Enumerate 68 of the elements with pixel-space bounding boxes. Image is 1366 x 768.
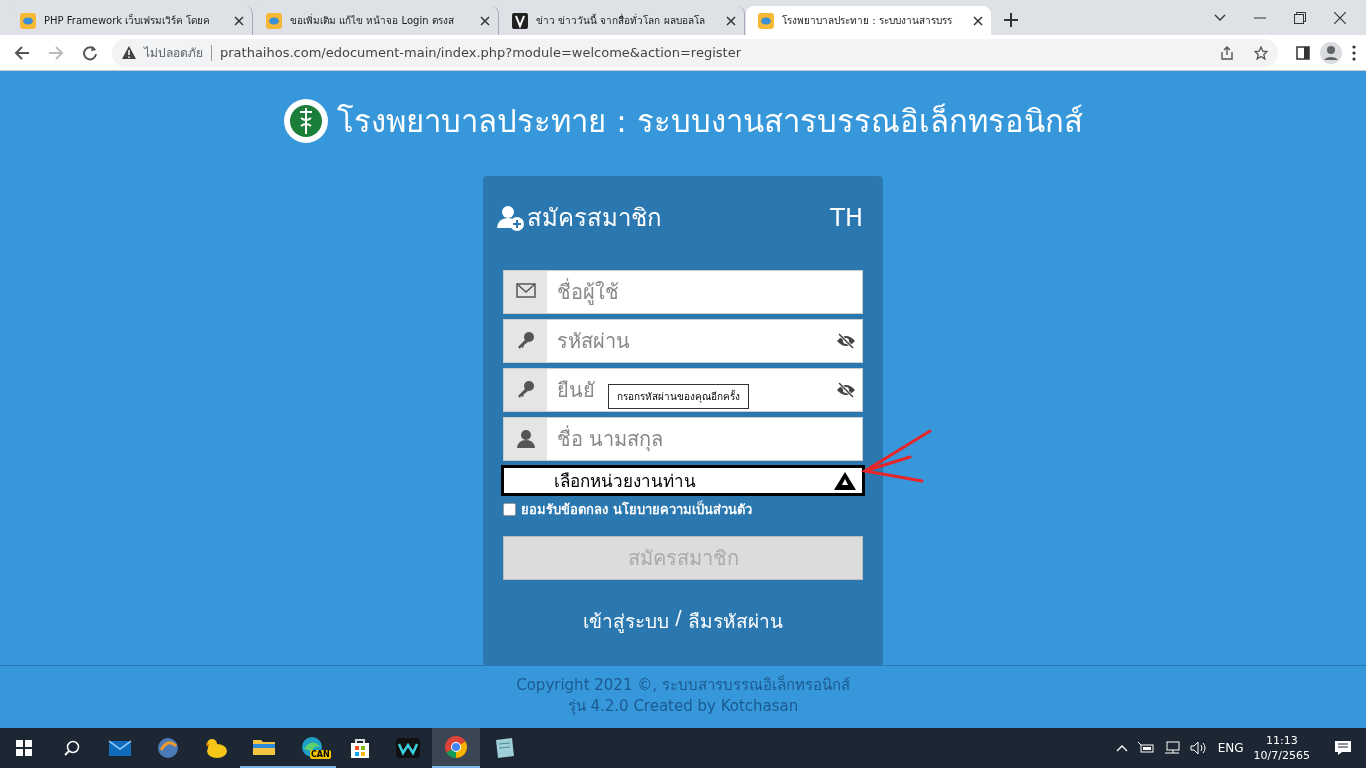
side-panel-icon[interactable] [1296,45,1310,60]
tooltip: กรอกรหัสผ่านของคุณอีกครั้ง [608,384,749,409]
person-icon [515,429,536,449]
arrow-annotation-drawing [860,429,932,485]
page-favicon [266,12,282,29]
forward-icon [48,44,64,61]
language-label: TH [830,203,863,232]
close-icon[interactable] [726,15,736,26]
input-group[interactable]: รหัสผ่าน [503,319,863,363]
app-badge: CAN [310,750,331,759]
link-separator: / [675,606,682,630]
security-label: ไม่ปลอดภัย [144,45,203,62]
input-group[interactable]: ชื่อผู้ใช้ [503,270,863,314]
text-link[interactable]: ลืมรหัสผ่าน [687,606,783,636]
agreement-checkbox[interactable] [503,503,516,516]
battery-icon[interactable] [1137,742,1154,754]
input-group[interactable]: ชื่อ นามสกุล [503,417,863,461]
close-icon[interactable] [234,15,244,26]
add-user-icon [497,203,525,232]
network-icon[interactable] [1163,741,1180,755]
form-heading: สมัครสมาชิก [527,203,662,234]
close-icon[interactable] [1334,11,1346,24]
input-field[interactable]: ชื่อผู้ใช้ [547,272,862,312]
chevron-up-icon[interactable] [1115,744,1128,752]
url-text: prathaihos.com/edocument-main/index.php?module=welcome&action=register [220,45,741,60]
input-field[interactable]: ชื่อ นามสกุล [547,419,862,459]
minimize-icon[interactable] [1254,16,1266,19]
reload-icon [82,44,98,61]
browser-tab[interactable]: โรงพยาบาลประทาย : ระบบงานสารบรร [746,6,991,35]
speaker-icon[interactable] [1189,741,1208,755]
page-favicon [758,12,774,29]
address-bar[interactable]: ไม่ปลอดภัย prathaihos.com/edocument-main/index.php?module=welcome&action=register [112,38,1278,67]
profile-icon[interactable] [1320,41,1342,64]
share-icon[interactable] [1220,45,1234,60]
search-icon[interactable] [64,740,80,756]
restore-icon[interactable] [1294,11,1306,24]
close-icon[interactable] [480,15,490,26]
input-language[interactable]: ENG [1217,741,1244,755]
page-favicon [512,12,528,29]
page-title: โรงพยาบาลประทาย : ระบบงานสารบรรณอิเล็กทรอนิกส์ [337,102,1083,141]
warning-icon [122,46,136,59]
swirl-orb-icon[interactable] [156,736,180,760]
cartoon-duck-icon[interactable] [204,736,228,760]
clock[interactable]: 11:13 10/7/2565 [1253,733,1310,763]
hospital-emblem-icon [283,98,330,144]
menu-icon[interactable] [1352,44,1356,61]
agreement-text: ยอมรับข้อตกลง นโยบายความเป็นส่วนตัว [521,499,752,519]
star-icon[interactable] [1254,45,1268,60]
new-tab-icon[interactable] [1004,13,1018,27]
shopping-bag-icon[interactable] [348,736,372,760]
hidden-eye-icon[interactable] [836,382,856,398]
color-ring-icon[interactable] [444,735,468,759]
close-icon[interactable] [973,15,983,26]
input-field[interactable]: รหัสผ่าน [547,321,836,361]
text-link[interactable]: เข้าสู่ระบบ [583,606,670,636]
footer-text: รุ่น 4.2.0 Created by Kotchasan [567,696,799,717]
footer-text: Copyright 2021 ©, ระบบสารบรรณอิเล็กทรอนิกส์ [516,675,850,696]
notification-icon[interactable] [1334,740,1352,756]
hidden-eye-icon[interactable] [836,333,856,349]
privacy-policy-link[interactable]: นโยบายความเป็นส่วนตัว [612,502,752,517]
input-group[interactable]: ยืนยั กรอกรหัสผ่านของคุณอีกครั้ง [503,368,863,412]
warning-icon [834,471,856,490]
windows-logo-icon[interactable] [16,740,32,756]
wave-logo-icon[interactable] [396,736,420,760]
department-select[interactable]: เลือกหน่วยงานท่าน [501,465,865,496]
back-icon [14,44,30,61]
page-favicon [20,12,36,29]
chevron-down-icon[interactable] [1214,13,1226,22]
